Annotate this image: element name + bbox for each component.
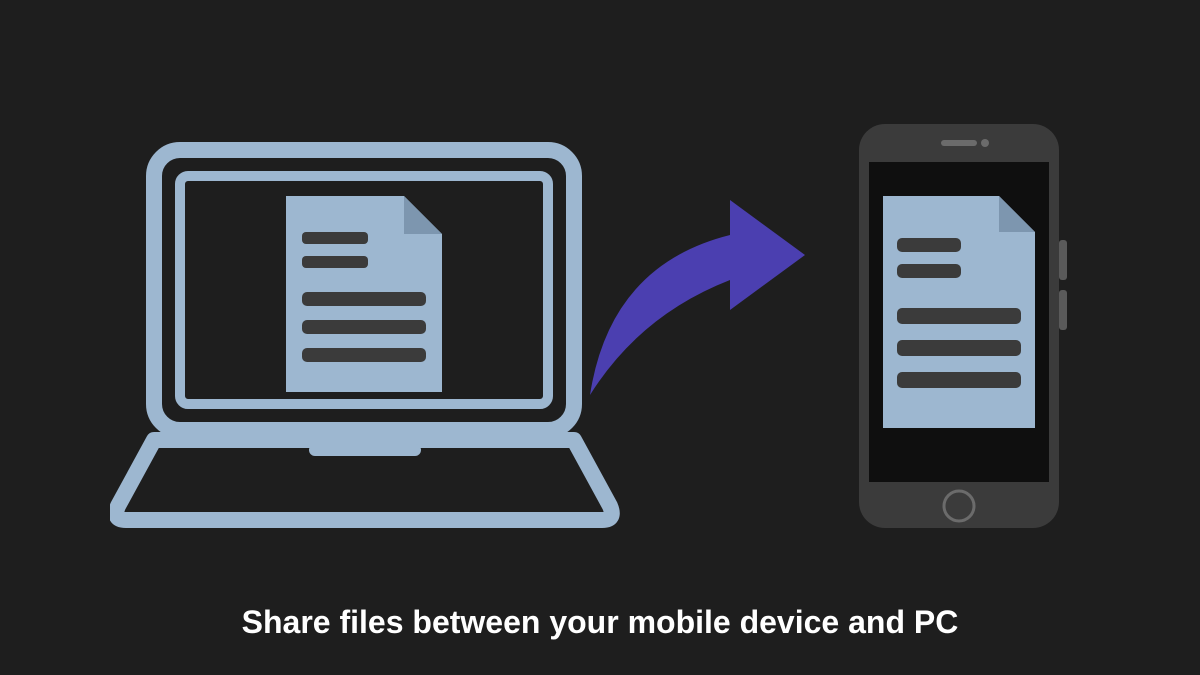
illustration-canvas: Share files between your mobile device a…	[0, 0, 1200, 675]
caption-text: Share files between your mobile device a…	[0, 604, 1200, 641]
document-icon	[883, 196, 1035, 428]
document-icon	[286, 196, 442, 392]
laptop-icon	[110, 140, 620, 540]
arrow-right-icon	[580, 195, 810, 405]
phone-icon	[855, 120, 1075, 540]
